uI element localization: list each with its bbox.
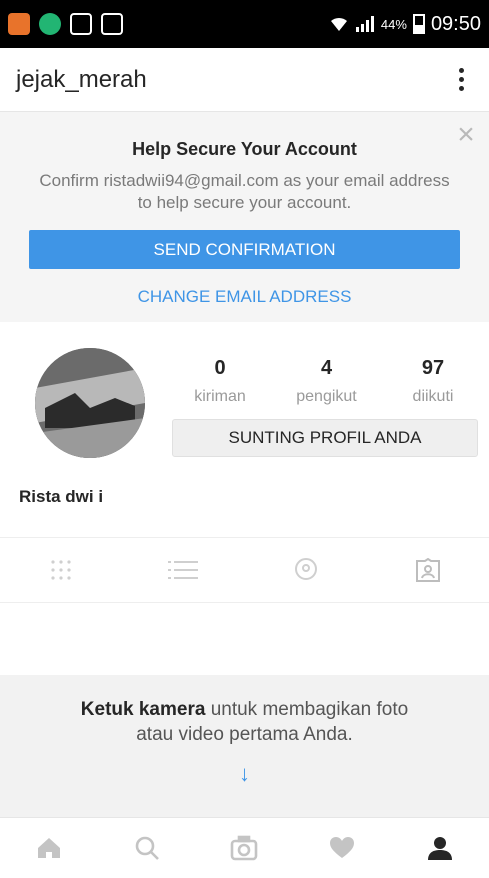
content-spacer	[0, 603, 489, 675]
following-count: 97	[421, 357, 445, 379]
edit-profile-button[interactable]: SUNTING PROFIL ANDA	[172, 419, 478, 457]
avatar-photo	[35, 348, 145, 458]
nav-search[interactable]	[122, 823, 172, 873]
home-icon	[37, 838, 60, 858]
profile-icon	[428, 837, 453, 860]
arrow-down-icon[interactable]: ↓	[0, 761, 489, 787]
heart-icon	[330, 837, 355, 858]
empty-posts-message: Ketuk kamera untuk membagikan foto atau …	[75, 697, 415, 747]
followers-label: pengikut	[296, 388, 357, 405]
search-icon	[135, 836, 159, 860]
followers-stat[interactable]: 4 pengikut	[282, 357, 372, 406]
tab-list[interactable]	[158, 545, 208, 595]
battery-percent: 44%	[380, 16, 407, 32]
followers-count: 4	[320, 357, 333, 379]
profile-stats: 0 kiriman 4 pengikut 97 diikuti	[175, 357, 478, 406]
tab-location[interactable]	[281, 545, 331, 595]
camera-icon	[231, 835, 258, 861]
posts-count: 0	[214, 357, 226, 379]
tagged-photos-icon	[415, 558, 440, 582]
bag-notification-icon	[70, 13, 92, 35]
signal-icon	[355, 16, 374, 32]
app-notification-icon	[39, 13, 61, 35]
battery-icon	[412, 14, 425, 34]
notification-icons	[8, 13, 123, 35]
change-email-link[interactable]: CHANGE EMAIL ADDRESS	[0, 287, 489, 307]
bottom-nav	[0, 817, 489, 878]
avatar[interactable]	[35, 348, 145, 458]
app-notification-icon	[8, 13, 30, 35]
nav-camera[interactable]	[219, 823, 269, 873]
list-icon	[168, 561, 199, 579]
tab-tagged[interactable]	[403, 545, 453, 595]
empty-posts-prompt: Ketuk kamera untuk membagikan foto atau …	[0, 675, 489, 817]
banner-message: Confirm ristadwii94@gmail.com as your em…	[39, 171, 450, 212]
posts-label: kiriman	[194, 388, 246, 405]
status-bar: 44% 09:50	[0, 0, 489, 48]
clock: 09:50	[430, 12, 481, 35]
page-title: jejak_merah	[16, 65, 147, 93]
profile-section: 0 kiriman 4 pengikut 97 diikuti SUNTING …	[0, 322, 489, 537]
app-header: jejak_merah	[0, 48, 489, 112]
send-confirmation-button[interactable]: SEND CONFIRMATION	[29, 230, 460, 269]
posts-stat[interactable]: 0 kiriman	[175, 357, 265, 406]
nav-profile[interactable]	[415, 823, 465, 873]
grid-icon	[51, 560, 71, 580]
banner-title: Help Secure Your Account	[132, 139, 357, 159]
tab-grid[interactable]	[36, 545, 86, 595]
nav-home[interactable]	[24, 823, 74, 873]
following-label: diikuti	[412, 388, 454, 405]
location-pin-icon	[294, 558, 317, 580]
following-stat[interactable]: 97 diikuti	[388, 357, 478, 406]
cta-bold-text: Ketuk kamera	[80, 699, 206, 720]
wifi-icon	[330, 17, 347, 31]
close-icon[interactable]: ×	[453, 120, 479, 150]
profile-tabs	[0, 537, 489, 603]
bag-notification-icon	[101, 13, 123, 35]
profile-full-name: Rista dwi i	[19, 487, 104, 506]
secure-account-banner: × Help Secure Your Account Confirm rista…	[0, 112, 489, 322]
nav-activity[interactable]	[317, 823, 367, 873]
overflow-menu-icon[interactable]	[449, 66, 473, 94]
